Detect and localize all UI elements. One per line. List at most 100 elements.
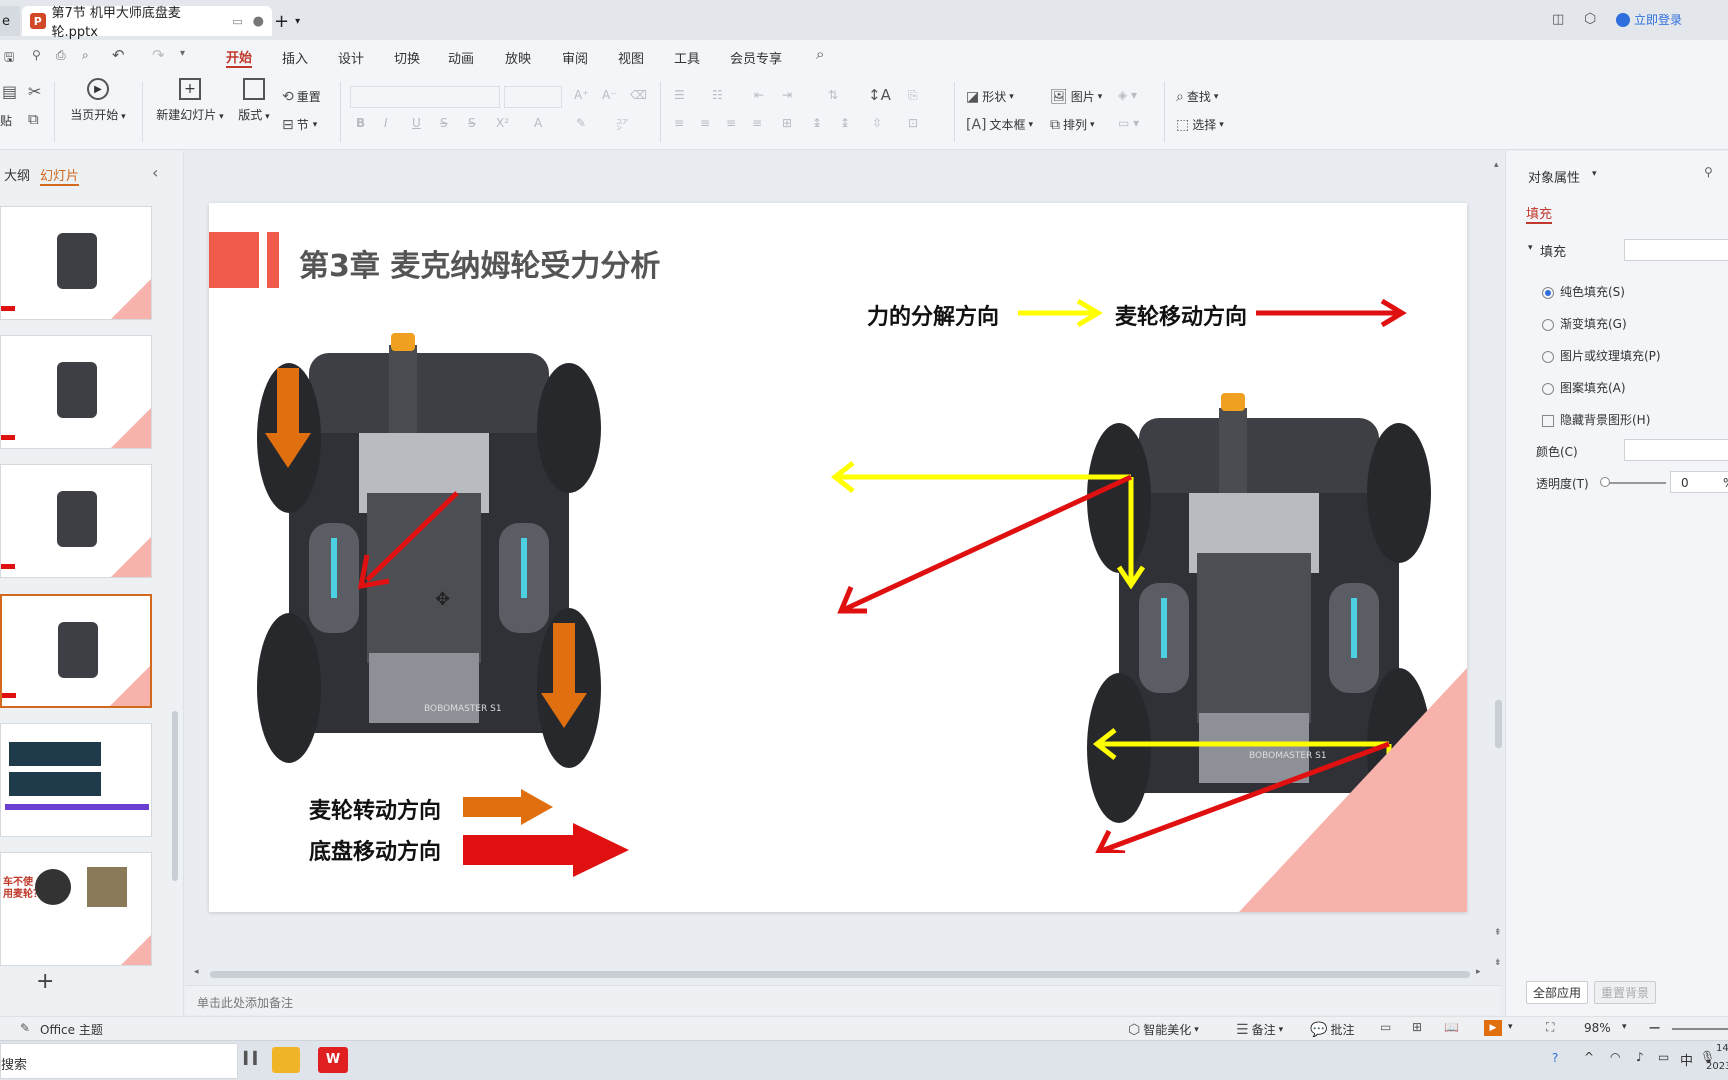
- monitor-icon[interactable]: ▭: [232, 15, 242, 28]
- clock-time[interactable]: 14: [1716, 1043, 1728, 1054]
- text-box-align-icon[interactable]: ⊡: [908, 116, 918, 130]
- menu-item-1[interactable]: 插入: [282, 46, 308, 68]
- tab-outline[interactable]: 大纲: [4, 165, 30, 184]
- underline-button[interactable]: U: [412, 116, 421, 130]
- menu-item-4[interactable]: 动画: [448, 46, 474, 68]
- transparency-slider-handle[interactable]: [1600, 477, 1610, 487]
- document-tab[interactable]: P 第7节 机甲大师底盘麦轮.pptx ▭ ●: [22, 6, 272, 40]
- print-icon[interactable]: ⎙: [56, 48, 66, 63]
- reset-background-button[interactable]: 重置背景: [1594, 981, 1657, 1004]
- print-preview-icon[interactable]: ⌕: [82, 48, 89, 63]
- pattern-fill-radio[interactable]: [1542, 382, 1554, 395]
- picture-button[interactable]: 🖼 图片 ▾: [1050, 88, 1102, 105]
- paste-label[interactable]: 贴: [0, 112, 12, 129]
- apply-all-button[interactable]: 全部应用: [1526, 981, 1589, 1004]
- layout-button[interactable]: 版式 ▾: [234, 78, 274, 123]
- vertical-scrollbar-thumb[interactable]: [1495, 700, 1502, 748]
- fill-type-select[interactable]: [1624, 239, 1728, 261]
- menu-item-9[interactable]: 会员专享: [730, 46, 782, 68]
- sort-icon[interactable]: ↕A: [868, 86, 891, 104]
- tab-slides[interactable]: 幻灯片: [40, 165, 80, 186]
- taskbar-search-box[interactable]: 搜索: [0, 1043, 238, 1079]
- text-direction-icon[interactable]: ⇅: [828, 88, 838, 102]
- file-explorer-icon[interactable]: [272, 1047, 300, 1073]
- menu-item-7[interactable]: 视图: [618, 46, 644, 68]
- login-button[interactable]: 立即登录: [1616, 11, 1682, 28]
- reset-button[interactable]: ⟲ 重置: [282, 88, 321, 105]
- slide-thumbnail[interactable]: [0, 594, 152, 708]
- zoom-chevron-icon[interactable]: ▾: [1622, 1022, 1627, 1032]
- menu-item-8[interactable]: 工具: [674, 46, 700, 68]
- justify-icon[interactable]: ≡: [752, 116, 762, 130]
- volume-icon[interactable]: ♪: [1636, 1050, 1644, 1064]
- zoom-slider[interactable]: [1672, 1028, 1728, 1030]
- shadow-text-icon[interactable]: S̶: [468, 116, 476, 130]
- horizontal-scrollbar-thumb[interactable]: [210, 971, 1470, 978]
- task-view-icon[interactable]: ▍▍: [244, 1051, 262, 1065]
- font-family-select[interactable]: [350, 86, 500, 108]
- strikethrough-button[interactable]: S: [440, 116, 448, 130]
- theme-name[interactable]: Office 主题: [40, 1021, 103, 1038]
- indent-icon[interactable]: ⇥: [782, 88, 792, 102]
- fill-color-icon[interactable]: ◈ ▾: [1118, 88, 1137, 102]
- cut-icon[interactable]: ✂: [28, 82, 41, 101]
- redo-icon[interactable]: ↷: [152, 46, 165, 64]
- paste-icon[interactable]: ▤: [2, 82, 17, 101]
- next-slide-icon[interactable]: ⇟: [1494, 958, 1502, 968]
- align-right-icon[interactable]: ≡: [726, 116, 736, 130]
- increase-font-icon[interactable]: A⁺: [574, 88, 589, 102]
- shape-button[interactable]: ◪ 形状 ▾: [966, 88, 1014, 105]
- normal-view-icon[interactable]: ▭: [1380, 1020, 1391, 1034]
- gradient-fill-radio[interactable]: [1542, 318, 1554, 331]
- unsaved-dot-icon[interactable]: ●: [253, 14, 264, 29]
- align-left-icon[interactable]: ≡: [674, 116, 684, 130]
- collapse-panel-icon[interactable]: ‹: [152, 163, 158, 182]
- scroll-left-icon[interactable]: ◂: [194, 967, 199, 977]
- menu-item-3[interactable]: 切换: [394, 46, 420, 68]
- more-chevron-icon[interactable]: ▾: [180, 48, 185, 59]
- slide-thumbnail[interactable]: [0, 206, 152, 320]
- italic-button[interactable]: I: [384, 116, 388, 130]
- phonetic-icon[interactable]: ㍐: [616, 116, 628, 133]
- numbered-list-icon[interactable]: ☷: [712, 88, 723, 102]
- color-picker[interactable]: [1624, 439, 1728, 461]
- notes-toggle-button[interactable]: ☰ 备注 ▾: [1236, 1021, 1283, 1038]
- picture-fill-radio[interactable]: [1542, 350, 1554, 363]
- slideshow-chevron-icon[interactable]: ▾: [1508, 1022, 1513, 1032]
- save-icon[interactable]: 🖫: [4, 48, 14, 69]
- add-slide-button[interactable]: +: [36, 969, 54, 994]
- notes-pane[interactable]: 单击此处添加备注: [185, 985, 1500, 1015]
- scroll-up-icon[interactable]: ▴: [1494, 160, 1499, 170]
- slide-thumbnail[interactable]: [0, 723, 152, 837]
- menu-item-2[interactable]: 设计: [338, 46, 364, 68]
- wps-icon[interactable]: W: [318, 1047, 348, 1073]
- clock-date[interactable]: 2023: [1706, 1061, 1728, 1072]
- solid-fill-option[interactable]: 纯色填充(S): [1542, 283, 1625, 300]
- decrease-font-icon[interactable]: A⁻: [602, 88, 617, 102]
- section-button[interactable]: ⊟ 节 ▾: [282, 116, 317, 133]
- distribute-icon[interactable]: ⊞: [782, 116, 792, 130]
- hide-bg-option[interactable]: 隐藏背景图形(H): [1542, 411, 1650, 428]
- comments-button[interactable]: 💬 批注: [1310, 1021, 1354, 1038]
- zoom-level[interactable]: 98%: [1584, 1021, 1611, 1035]
- undo-icon[interactable]: ↶: [112, 46, 125, 64]
- outline-color-icon[interactable]: ▭ ▾: [1118, 116, 1139, 130]
- tray-expand-icon[interactable]: ^: [1584, 1050, 1594, 1064]
- transparency-input[interactable]: 0 %: [1670, 471, 1728, 493]
- wifi-icon[interactable]: ◠: [1610, 1050, 1620, 1064]
- copy-icon[interactable]: ⧉: [28, 110, 39, 128]
- outdent-icon[interactable]: ⇤: [754, 88, 764, 102]
- properties-title[interactable]: 对象属性: [1528, 167, 1580, 186]
- new-slide-button[interactable]: + 新建幻灯片 ▾: [152, 78, 228, 123]
- pin-icon[interactable]: ⚲: [1704, 165, 1713, 179]
- slide-thumbnail[interactable]: 车不使 用麦轮？: [0, 852, 152, 966]
- current-page-start-button[interactable]: ▶ 当页开始 ▾: [68, 78, 128, 123]
- menu-item-5[interactable]: 放映: [505, 46, 531, 68]
- chevron-down-icon[interactable]: ▾: [1592, 169, 1597, 179]
- find-button[interactable]: ⌕ 查找 ▾: [1176, 88, 1218, 105]
- zoom-out-icon[interactable]: −: [1648, 1018, 1661, 1037]
- font-color-icon[interactable]: A: [534, 116, 542, 130]
- paragraph-spacing-icon[interactable]: ↨: [840, 116, 850, 130]
- thumbnail-scrollbar[interactable]: [172, 711, 178, 881]
- solid-fill-radio[interactable]: [1542, 286, 1554, 299]
